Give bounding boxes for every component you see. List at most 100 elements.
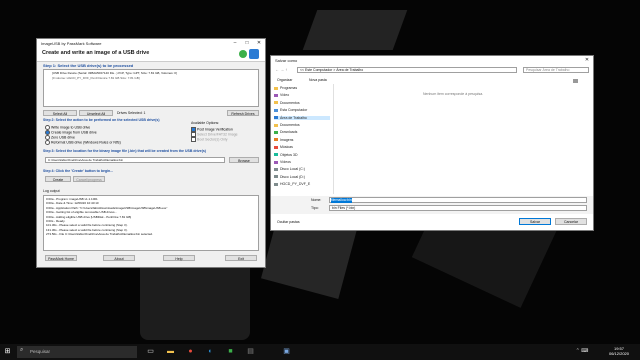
nav-arrows-icon[interactable]: ← → ↑ [275,67,287,72]
exit-button[interactable]: Exit [225,255,257,261]
taskbar-search-text: Pesquisar [30,349,51,354]
file-name-value: filemallow.bin [331,198,352,203]
nav-item[interactable]: Downloads [274,130,297,134]
folder-icon [274,101,278,105]
close-icon[interactable]: ✕ [581,57,593,63]
folder-icon [274,130,278,134]
close-icon[interactable]: ✕ [253,40,265,46]
folder-icon [274,182,278,186]
desktop-shape-top [302,10,408,50]
step4-label: Step 4: Click the 'Create' button to beg… [43,169,114,173]
maximize-icon[interactable]: □ [241,40,253,46]
clock-date: 06/12/2020 [608,351,630,356]
nav-item-label: Objetos 3D [280,152,298,157]
path-input[interactable]: C:\Users\fabio\OneDrive\Area de Trabalho… [45,157,225,163]
folder-icon [274,86,278,90]
tray-icons[interactable]: ⌃ ⌨ [572,347,592,356]
file-type-select[interactable]: bin Files (*.bin) [329,205,587,211]
nav-item-label: HGCD_PY_DVF_E [280,182,311,187]
nav-item[interactable]: Músicas [274,145,293,149]
nav-item-label: Área de Trabalho [280,115,307,120]
address-row: ← → ↑ << Este Computador > Área de Traba… [271,66,593,74]
app-header: Create and write an image of a USB drive [42,50,150,56]
name-label: Nome: [311,198,322,202]
folder-icon [274,153,278,157]
header-banner: Create and write an image of a USB drive [37,47,265,62]
nav-item[interactable]: Vídeo [274,93,289,97]
create-button[interactable]: Create [45,176,71,182]
nav-item-label: Imagens [280,137,294,142]
taskbar: ⊞ ⌕ Pesquisar ▭ ▬ ● ◐ ■ ▤ ▣ ⌃ ⌨ 19:57 06… [0,344,640,360]
refresh-drives-button[interactable]: Refresh Drives [227,110,259,116]
hide-folders-button[interactable]: Ocultar pastas [277,220,300,225]
browse-button[interactable]: Browse [229,157,259,163]
folder-icon [274,145,278,149]
options-list: Post Image Verification Select Drive/FAT… [191,127,238,142]
nav-item-label: Vídeo [280,93,290,98]
nav-item-label: Vídeos [280,160,291,164]
nav-item[interactable]: Documentos [274,101,300,105]
save-dialog-titlebar: Salvar como ✕ [271,56,593,64]
nav-item[interactable]: Área de Trabalho [274,115,330,120]
select-all-button[interactable]: Select All [43,110,77,116]
search-input[interactable]: Pesquisar Área de Trabalho [523,67,589,73]
drives-selected: Drives Selected: 1 [117,111,146,115]
taskbar-search[interactable]: ⌕ Pesquisar [17,346,137,358]
nav-item[interactable]: Vídeos [274,160,291,164]
folder-icon [274,167,278,171]
view-icon[interactable] [573,79,578,83]
nav-item-label: Programas [280,86,298,90]
save-button[interactable]: Salvar [519,218,551,225]
file-name-row: Nome: filemallow.bin Tipo: bin Files (*.… [271,196,593,214]
nav-item-label: Downloads [280,130,298,135]
clock[interactable]: 19:57 06/12/2020 [604,346,634,356]
option-boot[interactable]: Boot Sector(s) Only [191,137,238,142]
nav-item[interactable]: Objetos 3D [274,153,298,157]
log-line: 273.50s - File C:\Users\fabio\OneDrive\A… [46,232,153,237]
help-button[interactable]: Help [163,255,195,261]
nav-item[interactable]: Disco Local (C:) [274,167,305,171]
chrome-icon[interactable]: ● [186,347,195,356]
breadcrumb[interactable]: << Este Computador > Área de Trabalho [297,67,517,73]
path-value: C:\Users\fabio\OneDrive\Area de Trabalho… [48,158,124,162]
nav-pane: Programas Vídeo Documentos Esta Computador Á… [271,84,334,194]
cancel-button[interactable]: Cancelar [555,218,587,225]
organize-button[interactable]: Organizar [277,78,292,83]
folder-icon [274,123,278,127]
nav-item[interactable]: Imagens [274,138,293,142]
windows-start-icon[interactable]: ⊞ [3,347,12,356]
edge-icon[interactable]: ◐ [206,347,215,356]
explorer-icon[interactable]: ▬ [166,347,175,356]
unselect-all-button[interactable]: Unselect All [79,110,113,116]
type-label: Tipo: [311,206,319,210]
nav-item-label: Documentos [280,100,300,105]
file-name-input[interactable]: filemallow.bin [329,197,587,203]
cancel-progress-button[interactable]: Cancel/progress [73,176,105,182]
drive-list[interactable]: [USB Drive Device (Serial: 33B2A5F07140 … [43,69,259,107]
nav-item[interactable]: Disco Local (D:) [274,175,305,179]
folder-icon [274,116,278,120]
nav-item-label: Documentos [280,123,300,127]
imageusb-taskbar-icon[interactable]: ▣ [282,347,291,356]
nav-item[interactable]: Documentos [274,123,300,127]
folder-icon [274,108,278,112]
app-icon[interactable]: ▤ [246,347,255,356]
nav-item[interactable]: Programas [274,86,297,90]
step1-label: Step 1: Select the USB drive(s) to be pr… [43,63,134,68]
log-output[interactable]: 0:00a - Program: imageUSB v1.1.1001 0:00a… [43,195,259,251]
action-reformat[interactable]: Reformat USB drive (Windows Rules or Ntf… [45,140,121,145]
log-lines: 0:00a - Program: imageUSB v1.1.1001 0:00a… [46,197,167,237]
nav-item[interactable]: HGCD_PY_DVF_E [274,182,310,186]
file-type-value: bin Files (*.bin) [332,206,356,210]
passmark-home-button[interactable]: PassMark Home [45,255,77,261]
new-folder-button[interactable]: Nova pasta [309,78,327,83]
task-view-icon[interactable]: ▭ [146,347,155,356]
folder-icon [274,138,278,142]
action-list: Write image to USB drive Create image fr… [45,125,121,145]
about-button[interactable]: About [103,255,135,261]
nav-item[interactable]: Esta Computador [274,108,307,112]
search-icon: ⌕ [20,347,24,353]
app-green-icon[interactable]: ■ [226,347,235,356]
save-dialog: Salvar como ✕ ← → ↑ << Este Computador >… [270,55,594,231]
minimize-icon[interactable]: – [229,40,241,46]
